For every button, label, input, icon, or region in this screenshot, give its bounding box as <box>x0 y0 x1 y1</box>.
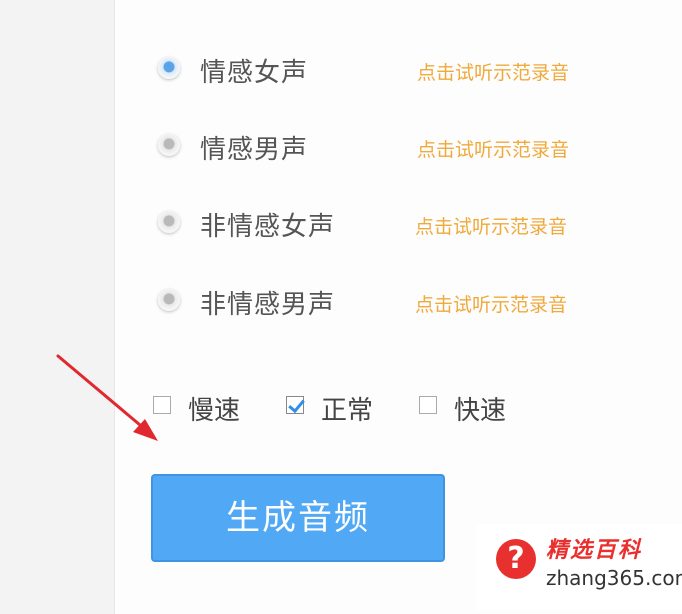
watermark: ? 精选百科 zhang365.com <box>476 524 682 610</box>
watermark-url: zhang365.com <box>546 566 682 590</box>
question-icon: ? <box>496 539 536 579</box>
red-arrow-annotation <box>56 354 158 441</box>
watermark-title: 精选百科 <box>546 538 643 563</box>
